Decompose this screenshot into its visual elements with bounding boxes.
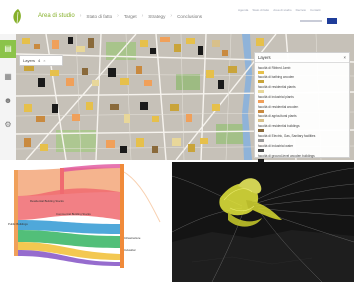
layers-icon: ▤ <box>4 44 12 53</box>
top-link[interactable]: Stato di fatto <box>252 8 269 12</box>
building-icon: ▦ <box>4 72 12 81</box>
chevron-right-icon: › <box>170 13 173 19</box>
legend-swatch <box>258 119 264 123</box>
layers-chip-count: 4 <box>38 58 41 63</box>
sidebar-buildings-button[interactable]: ▦ <box>0 68 16 86</box>
legend-item[interactable]: facoltà di industrial water <box>258 143 346 153</box>
legend-item-label: facoltà di residential plants <box>258 85 296 90</box>
top-link[interactable]: Contatti <box>310 8 320 12</box>
top-link[interactable]: Agenda <box>238 8 248 12</box>
nav-item-target[interactable]: Target <box>124 14 137 19</box>
left-sidebar: ▤ ▦ ☻ ⚙ <box>0 34 16 160</box>
eu-flag-icon <box>327 18 337 24</box>
legend-item-label: facoltà di industrial plants <box>258 94 294 99</box>
legend-item-label: facoltà di bathing wooden <box>258 75 295 80</box>
chevron-right-icon: › <box>117 13 119 19</box>
legend-item[interactable]: facoltà di residential buildings <box>258 124 346 134</box>
top-link[interactable]: Decreto <box>296 8 307 12</box>
legend-item[interactable]: facoltà di bathing wooden <box>258 75 346 85</box>
legend-swatch <box>258 80 264 84</box>
breadcrumb-nav: Area di studio › Stato di fatto › Target… <box>38 13 202 19</box>
legend-swatch <box>258 129 264 133</box>
top-divider <box>300 20 322 22</box>
top-links: Agenda Stato di fatto Area di studio Dec… <box>238 8 320 12</box>
legend-swatch <box>258 148 264 152</box>
3d-flow-view[interactable] <box>172 162 354 282</box>
chevron-right-icon: › <box>79 13 82 19</box>
leaf-logo-icon <box>13 9 21 25</box>
legend-title: Layers <box>258 55 271 60</box>
layers-chip[interactable]: Layers 4 × <box>19 55 63 66</box>
legend-swatch <box>258 70 264 74</box>
legend-item-label: facoltà di Electric, Gas, Sanitary facil… <box>258 134 316 139</box>
legend-swatch <box>258 99 264 103</box>
legend-header: Layers × <box>255 53 349 63</box>
sankey-label: Industrial <box>124 248 136 252</box>
legend-swatch <box>258 90 264 94</box>
people-icon: ☻ <box>3 96 13 105</box>
layers-legend-panel: Layers × facoltà di Ribbed Jamb facoltà d… <box>254 52 350 172</box>
sankey-label: Residential Building Stocks <box>30 199 64 203</box>
nav-item-strategy[interactable]: Strategy <box>148 14 165 19</box>
legend-item-label: facoltà di agricultural plants <box>258 114 297 119</box>
legend-item[interactable]: facoltà di residential wooden <box>258 104 346 114</box>
nav-item-area-di-studio[interactable]: Area di studio <box>38 13 75 19</box>
legend-item[interactable]: facoltà di Electric, Gas, Sanitary facil… <box>258 134 346 144</box>
sidebar-layers-button[interactable]: ▤ <box>0 40 16 58</box>
3d-flow-canvas <box>172 162 354 282</box>
nav-item-conclusions[interactable]: Conclusions <box>177 14 202 19</box>
legend-swatch <box>258 109 264 113</box>
close-icon[interactable]: × <box>344 55 346 60</box>
sankey-label: Infrastructure <box>124 236 141 240</box>
sidebar-settings-button[interactable]: ⚙ <box>0 116 16 134</box>
legend-item[interactable]: facoltà di Ribbed Jamb <box>258 65 346 75</box>
sankey-chart: Residential Building Stocks Commercial B… <box>0 162 168 282</box>
legend-item-label: facoltà di residential buildings <box>258 124 300 129</box>
nav-item-stato-di-fatto[interactable]: Stato di fatto <box>86 14 112 19</box>
legend-item-label: facoltà di Ribbed Jamb <box>258 65 291 70</box>
sidebar-people-button[interactable]: ☻ <box>0 92 16 110</box>
top-link[interactable]: Area di studio <box>273 8 291 12</box>
legend-list: facoltà di Ribbed Jamb facoltà di bathing… <box>255 63 349 175</box>
top-navigation-bar: Area di studio › Stato di fatto › Target… <box>0 0 354 32</box>
sankey-label: Public Buildings <box>8 222 28 226</box>
legend-item[interactable]: facoltà di agricultural plants <box>258 114 346 124</box>
gear-icon: ⚙ <box>4 120 12 129</box>
legend-item[interactable]: facoltà di residential plants <box>258 85 346 95</box>
legend-item[interactable]: facoltà di industrial plants <box>258 94 346 104</box>
legend-item-label: facoltà di industrial water <box>258 143 294 148</box>
layers-chip-label: Layers <box>23 58 36 63</box>
legend-item-label: facoltà di residential wooden <box>258 104 299 109</box>
close-icon[interactable]: × <box>43 58 45 63</box>
chevron-right-icon: › <box>141 13 144 19</box>
legend-swatch <box>258 139 264 143</box>
legend-item-label: facoltà di ground-level wooden buildings <box>258 153 315 158</box>
sankey-label: Commercial Building Stocks <box>56 212 91 216</box>
